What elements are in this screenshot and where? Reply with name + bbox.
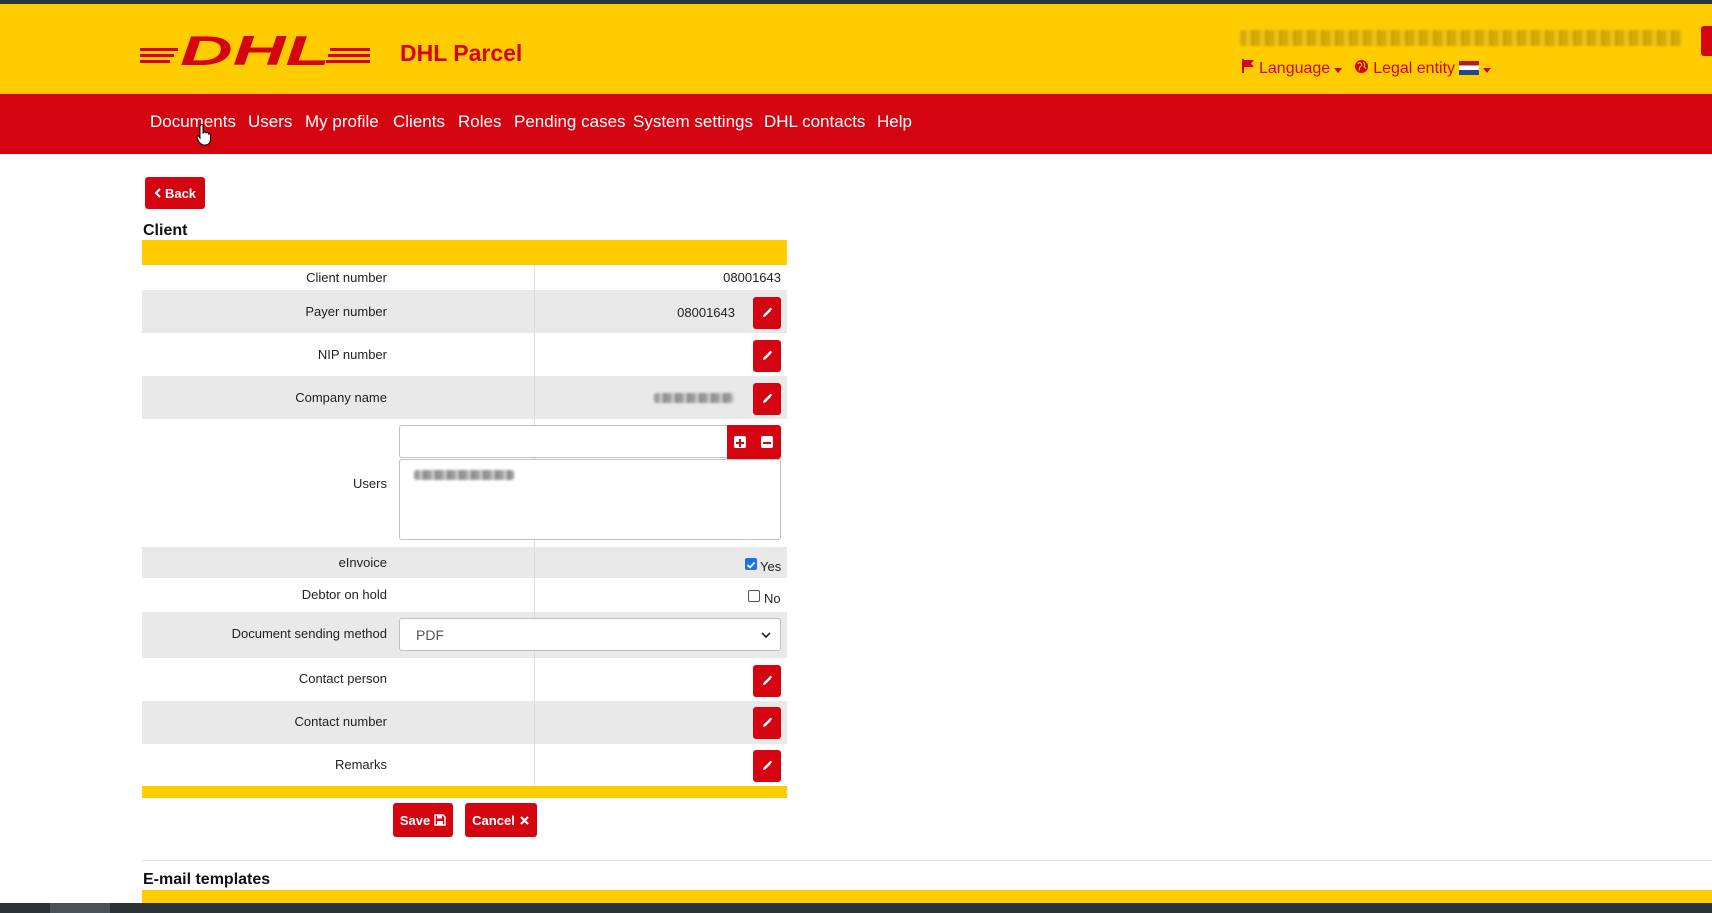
- cancel-button[interactable]: Cancel: [465, 803, 537, 837]
- mouse-pointer-icon: [196, 124, 212, 151]
- caret-down-icon: [1334, 67, 1343, 73]
- dhl-logo[interactable]: DHL: [140, 27, 370, 75]
- chevron-down-icon: [760, 628, 772, 644]
- nav-users[interactable]: Users: [248, 112, 292, 132]
- debtor-on-hold-label: Debtor on hold: [301, 587, 387, 602]
- email-templates-title: E-mail templates: [143, 871, 271, 888]
- contact-number-label: Contact number: [294, 714, 388, 729]
- row-contact-person: Contact person: [142, 658, 787, 701]
- nav-documents[interactable]: Documents: [150, 112, 236, 132]
- add-user-button[interactable]: [734, 436, 746, 448]
- email-templates-header-bar: [142, 890, 1712, 903]
- pencil-icon: [763, 307, 773, 317]
- back-label: Back: [164, 185, 197, 201]
- nav-system-settings[interactable]: System settings: [633, 112, 753, 132]
- users-input[interactable]: [399, 425, 727, 458]
- language-menu[interactable]: Language: [1259, 59, 1343, 78]
- debtor-on-hold-value: No: [764, 591, 781, 606]
- nav-my-profile[interactable]: My profile: [305, 112, 379, 132]
- edit-contact-person-button[interactable]: [753, 665, 781, 697]
- pencil-icon: [763, 393, 773, 403]
- pencil-icon: [763, 760, 773, 770]
- payer-number-value: 08001643: [677, 305, 735, 320]
- logo-text: DHL: [180, 28, 330, 70]
- row-einvoice: eInvoice Yes: [142, 547, 787, 578]
- x-icon: [520, 815, 529, 825]
- contact-person-label: Contact person: [298, 671, 387, 686]
- row-nip-number: NIP number: [142, 333, 787, 376]
- language-label: Language: [1259, 59, 1331, 77]
- row-client-number: Client number 08001643: [142, 265, 787, 290]
- remove-user-button[interactable]: [761, 436, 773, 448]
- document-sending-method-select[interactable]: PDF: [399, 618, 781, 651]
- site-header: DHL DHL Parcel Language Legal entity: [0, 4, 1712, 94]
- einvoice-label: eInvoice: [338, 555, 387, 570]
- cancel-label: Cancel: [472, 812, 515, 828]
- plus-icon: [736, 439, 744, 447]
- users-list[interactable]: [399, 459, 781, 540]
- client-section-title: Client: [143, 222, 188, 239]
- edit-nip-number-button[interactable]: [753, 340, 781, 372]
- users-buttons: [727, 425, 781, 459]
- client-table-header-bar: [142, 240, 787, 265]
- document-sending-method-label: Document sending method: [231, 626, 387, 641]
- edit-payer-number-button[interactable]: [753, 297, 781, 329]
- legal-entity-label: Legal entity: [1373, 59, 1456, 77]
- save-label: Save: [399, 812, 431, 828]
- save-button[interactable]: Save: [393, 803, 453, 837]
- caret-down-icon: [1483, 67, 1492, 73]
- row-company-name: Company name: [142, 376, 787, 419]
- company-name-value-redacted: [654, 393, 734, 403]
- pencil-icon: [763, 350, 773, 360]
- nav-roles[interactable]: Roles: [458, 112, 501, 132]
- flag-icon: [1241, 58, 1255, 79]
- taskbar-item[interactable]: [50, 903, 110, 913]
- client-table-footer-bar: [142, 786, 787, 798]
- check-icon: [746, 561, 756, 569]
- row-remarks: Remarks: [142, 744, 787, 786]
- chevron-left-icon: [154, 186, 162, 201]
- floppy-disk-icon: [434, 814, 446, 826]
- os-taskbar: [0, 903, 1712, 913]
- row-contact-number: Contact number: [142, 701, 787, 744]
- legal-entity-menu[interactable]: Legal entity: [1373, 59, 1492, 78]
- globe-icon: [1354, 59, 1369, 79]
- einvoice-checkbox[interactable]: [745, 558, 757, 570]
- nav-help[interactable]: Help: [877, 112, 912, 132]
- users-list-item-redacted[interactable]: [414, 470, 514, 480]
- nav-clients[interactable]: Clients: [393, 112, 445, 132]
- section-divider: [142, 860, 1712, 861]
- users-label: Users: [353, 476, 387, 491]
- debtor-on-hold-checkbox[interactable]: [748, 590, 760, 602]
- remarks-label: Remarks: [334, 757, 387, 772]
- client-number-label: Client number: [306, 270, 387, 285]
- user-account-info-redacted: [1240, 30, 1682, 46]
- nav-pending-cases[interactable]: Pending cases: [514, 112, 626, 132]
- brand-title: DHL Parcel: [400, 40, 523, 66]
- client-number-value: 08001643: [723, 270, 781, 285]
- nav-dhl-contacts[interactable]: DHL contacts: [764, 112, 865, 132]
- logout-button[interactable]: [1701, 26, 1712, 56]
- back-button[interactable]: Back: [145, 177, 205, 209]
- payer-number-label: Payer number: [305, 304, 387, 319]
- edit-remarks-button[interactable]: [753, 750, 781, 782]
- document-sending-method-value: PDF: [416, 627, 444, 643]
- edit-contact-number-button[interactable]: [753, 707, 781, 739]
- company-name-label: Company name: [295, 390, 387, 405]
- nip-number-label: NIP number: [317, 347, 387, 362]
- minus-icon: [763, 442, 771, 444]
- pencil-icon: [763, 675, 773, 685]
- edit-company-name-button[interactable]: [753, 383, 781, 415]
- netherlands-flag-icon: [1459, 61, 1480, 76]
- row-payer-number: Payer number 08001643: [142, 290, 787, 333]
- header-menus: Language Legal entity: [1241, 58, 1492, 79]
- pencil-icon: [763, 717, 773, 727]
- main-nav: Documents Users My profile Clients Roles…: [0, 94, 1712, 154]
- row-debtor-on-hold: Debtor on hold No: [142, 578, 787, 612]
- einvoice-value: Yes: [760, 559, 782, 574]
